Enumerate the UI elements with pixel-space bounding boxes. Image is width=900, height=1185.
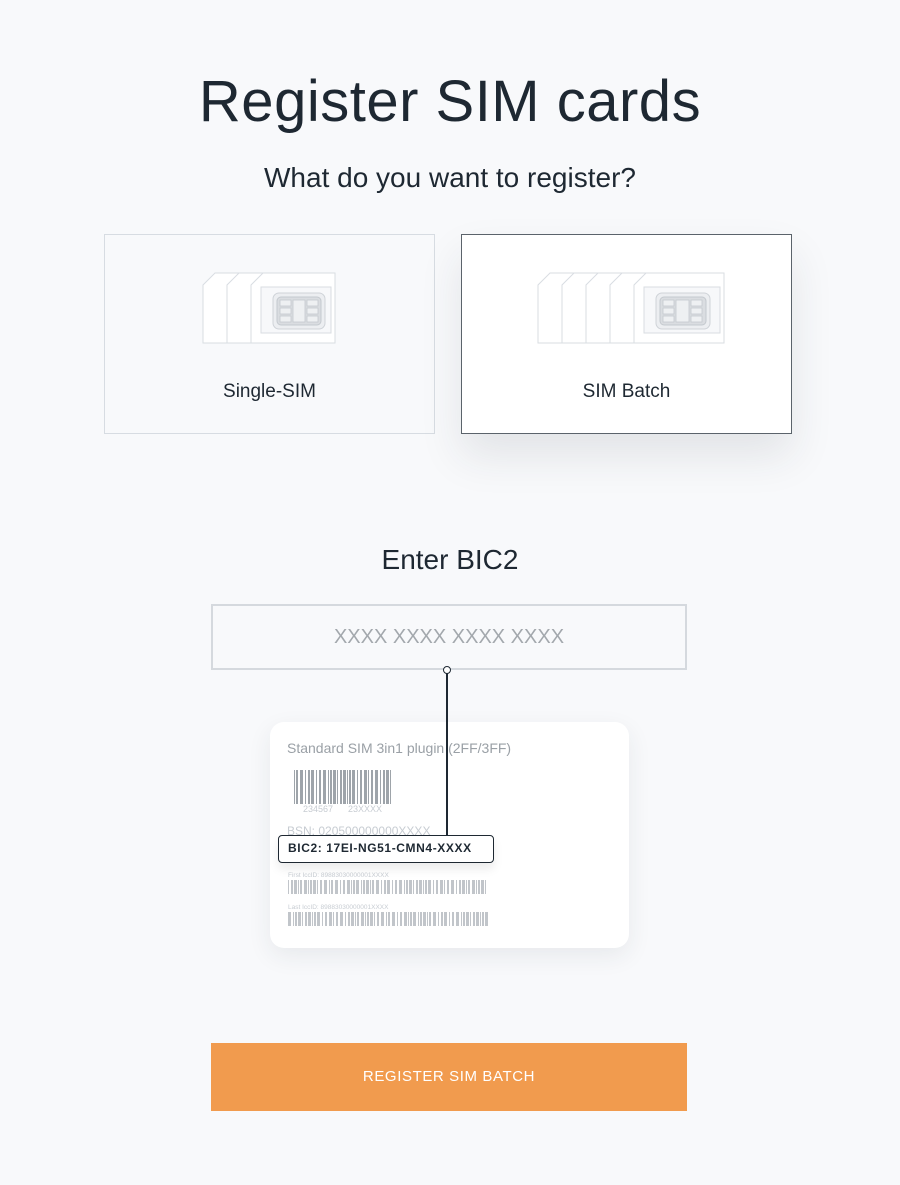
sim-batch-icon <box>537 272 725 344</box>
callout-connector-dot <box>443 666 451 674</box>
bic-heading: Enter BIC2 <box>381 544 519 575</box>
page-title: Register SIM cards <box>198 68 702 134</box>
register-sim-batch-button[interactable]: REGISTER SIM BATCH <box>211 1043 687 1111</box>
barcode-number-1: 234567 <box>303 804 333 814</box>
option-single-sim[interactable]: Single-SIM <box>104 234 435 434</box>
first-iccid-label: First IccID: 89883030000001XXXX <box>288 872 389 879</box>
single-sim-icon <box>202 272 336 344</box>
last-iccid-label: Last IccID: 89883030000001XXXX <box>288 904 389 911</box>
option-sim-batch[interactable]: SIM Batch <box>461 234 792 434</box>
option-sim-batch-label: SIM Batch <box>582 381 671 402</box>
option-single-sim-label: Single-SIM <box>223 381 316 402</box>
callout-connector-line <box>446 670 448 836</box>
bic2-callout: BIC2: 17EI-NG51-CMN4-XXXX <box>278 835 494 863</box>
register-type-question: What do you want to register? <box>264 162 636 193</box>
bic2-input[interactable] <box>211 604 687 670</box>
barcode-number-2: 23XXXX <box>348 804 382 814</box>
